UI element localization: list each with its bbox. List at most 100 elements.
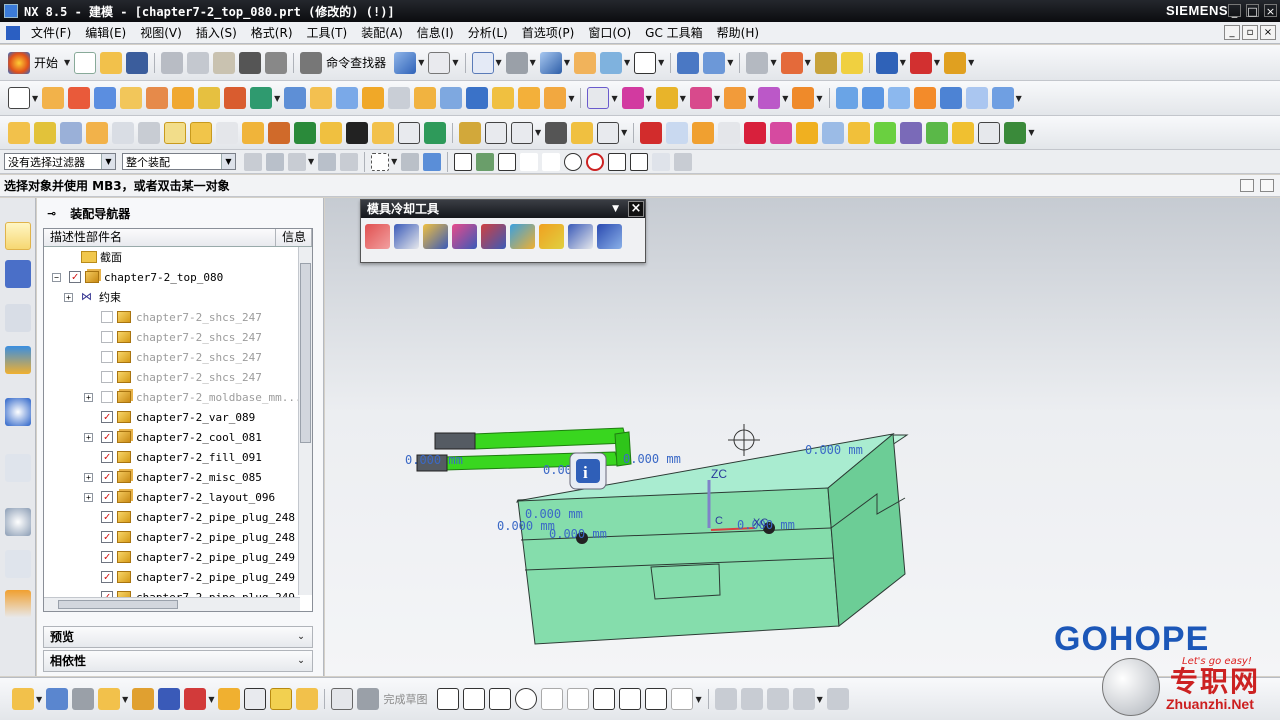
group-face-icon[interactable] <box>848 121 871 144</box>
hd3d-tools-tab-icon[interactable] <box>5 398 31 426</box>
snap-point-on-curve-icon[interactable] <box>608 152 627 171</box>
extend-icon[interactable] <box>887 87 910 109</box>
doc-close-button[interactable]: × <box>1260 25 1276 40</box>
menu-assemblies[interactable]: 装配(A) <box>354 24 410 41</box>
snap-intersection-icon[interactable] <box>542 152 561 171</box>
history-tab-icon[interactable] <box>5 508 31 536</box>
menu-format[interactable]: 格式(R) <box>244 24 300 41</box>
snap-quadrant-icon[interactable] <box>586 152 605 171</box>
tree-row[interactable]: + ✓ chapter7-2_cool_081 <box>84 427 262 447</box>
exploded-view-icon[interactable] <box>218 688 241 710</box>
system-materials-tab-icon[interactable] <box>5 550 31 578</box>
finish-sketch-label[interactable]: 完成草图 <box>383 691 427 707</box>
dependencies-section[interactable]: 相依性 ⌄ <box>43 650 313 672</box>
tree-row[interactable]: ✓ chapter7-2_pipe_plug_248 <box>84 507 295 527</box>
cooling-pattern-icon[interactable] <box>365 224 390 249</box>
rectangle-sketch-icon[interactable] <box>593 688 616 710</box>
shrinkage-icon[interactable] <box>94 87 117 109</box>
general-filter-icon[interactable] <box>244 152 262 171</box>
mold-csys-icon[interactable] <box>68 87 91 109</box>
geometric-constraint-icon[interactable] <box>826 688 849 710</box>
runner-icon[interactable] <box>388 87 411 109</box>
drawing-icon[interactable] <box>544 87 567 109</box>
render-style-icon[interactable] <box>505 51 528 74</box>
expand-icon[interactable]: + <box>84 472 93 482</box>
tree-row[interactable]: ✓ chapter7-2_pipe_plug_249 <box>84 567 295 587</box>
assembly-icon[interactable] <box>12 688 34 710</box>
visibility-checkbox[interactable]: ✓ <box>101 471 113 483</box>
visibility-checkbox[interactable]: ✓ <box>101 431 113 443</box>
dimension-label[interactable]: 0.000 mm <box>549 527 607 541</box>
slider-icon[interactable] <box>310 87 333 109</box>
cooling-circuit-icon[interactable] <box>568 224 593 249</box>
create-array-icon[interactable] <box>98 688 121 710</box>
view-mgr-icon[interactable] <box>587 87 610 109</box>
part-view-icon[interactable] <box>394 51 417 74</box>
cooling-icon[interactable] <box>414 87 437 109</box>
undo-icon[interactable] <box>239 51 262 74</box>
cooling-standard-part-icon[interactable] <box>510 224 535 249</box>
chamfer-sketch-icon[interactable] <box>567 688 590 710</box>
sphere-icon[interactable] <box>294 121 316 144</box>
radial-dim-icon[interactable] <box>952 121 975 144</box>
assembly-constraint-icon[interactable] <box>703 51 726 74</box>
visibility-checkbox[interactable]: ✓ <box>101 511 113 523</box>
visibility-checkbox[interactable]: ✓ <box>101 551 113 563</box>
channel-list-icon[interactable] <box>597 224 622 249</box>
snap-point-icon[interactable] <box>814 51 837 74</box>
body-select-icon[interactable] <box>423 152 442 171</box>
column-header-info[interactable]: 信息 <box>276 229 312 246</box>
web-browser-tab-icon[interactable] <box>5 454 31 482</box>
constraint-icon[interactable] <box>158 688 181 710</box>
constrain-face-icon[interactable] <box>874 121 897 144</box>
prompt-restore-button[interactable] <box>1240 179 1254 192</box>
menu-analysis[interactable]: 分析(L) <box>461 24 515 41</box>
tree-horizontal-scrollbar[interactable] <box>44 597 300 611</box>
show-hide-icon[interactable] <box>875 51 898 74</box>
point-icon[interactable] <box>645 688 668 710</box>
paste-icon[interactable] <box>213 51 236 74</box>
pocket-icon[interactable] <box>492 87 515 109</box>
visibility-checkbox[interactable] <box>101 351 113 363</box>
tree-vertical-scrollbar[interactable] <box>298 247 312 595</box>
extrude-icon[interactable] <box>86 121 108 144</box>
workpiece-icon[interactable] <box>120 87 143 109</box>
constraint-navigator-tab-icon[interactable] <box>5 260 31 288</box>
gate-icon[interactable] <box>362 87 385 109</box>
visibility-checkbox[interactable] <box>101 391 113 403</box>
rectangle-select-icon[interactable] <box>371 152 390 171</box>
datum-csys-icon[interactable] <box>60 121 82 144</box>
cooling-panel-titlebar[interactable]: 模具冷却工具 ▼ × <box>361 200 645 218</box>
cone-icon[interactable] <box>268 121 290 144</box>
minimize-button[interactable]: _ <box>1228 4 1241 18</box>
table-icon[interactable] <box>597 121 620 144</box>
intersect-icon[interactable] <box>372 121 394 144</box>
tree-hscroll-thumb[interactable] <box>58 600 178 609</box>
offset-region-icon[interactable] <box>718 121 741 144</box>
selection-scope-select[interactable]: 整个装配 ▼ <box>122 153 236 170</box>
dimension-label[interactable]: 0.000 mm <box>405 453 463 467</box>
reuse-icon[interactable] <box>822 121 845 144</box>
linear-dim-icon[interactable] <box>900 121 923 144</box>
model-canvas[interactable]: 0.000 mm 0.000 mm 0.000 mm 0.000 mm 0.00… <box>325 198 1280 676</box>
maximize-button[interactable]: □ <box>1246 4 1259 18</box>
mirror-assembly-icon[interactable] <box>132 688 155 710</box>
trim-icon[interactable] <box>466 87 489 109</box>
mold-template-icon[interactable] <box>724 87 747 109</box>
expand-icon[interactable]: + <box>84 392 93 402</box>
doc-minimize-button[interactable]: _ <box>1224 25 1240 40</box>
snap-midpoint-icon[interactable] <box>498 152 517 171</box>
visibility-checkbox[interactable]: ✓ <box>69 271 81 283</box>
sequence-icon[interactable] <box>244 688 267 710</box>
close-icon[interactable]: × <box>628 201 644 217</box>
new-component-icon[interactable] <box>72 688 95 710</box>
polygon-icon[interactable] <box>619 688 642 710</box>
quick-extend-icon[interactable] <box>740 688 763 710</box>
hole-icon[interactable] <box>138 121 160 144</box>
cross-channel-icon[interactable] <box>481 224 506 249</box>
menu-help[interactable]: 帮助(H) <box>710 24 766 41</box>
visibility-checkbox[interactable] <box>101 371 113 383</box>
layer-icon[interactable] <box>573 51 596 74</box>
doc-restore-button[interactable]: ▫ <box>1242 25 1258 40</box>
tree-row[interactable]: chapter7-2_shcs_247 <box>84 347 262 367</box>
